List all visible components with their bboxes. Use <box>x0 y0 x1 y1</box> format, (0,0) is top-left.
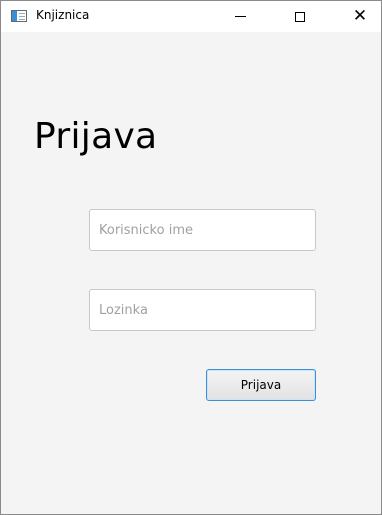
close-icon: ✕ <box>352 6 368 26</box>
minimize-button[interactable] <box>217 1 263 32</box>
maximize-button[interactable] <box>277 1 323 32</box>
minimize-icon <box>234 16 246 17</box>
app-window: Knjiznica ✕ Prijava Prijava <box>0 0 382 515</box>
app-window-icon <box>11 10 27 22</box>
close-button[interactable]: ✕ <box>337 1 382 32</box>
login-heading: Prijava <box>34 116 158 157</box>
maximize-icon <box>295 11 305 22</box>
username-input[interactable] <box>89 209 316 251</box>
title-bar[interactable]: Knjiznica ✕ <box>1 1 381 32</box>
window-title: Knjiznica <box>36 8 90 22</box>
password-input[interactable] <box>89 289 316 331</box>
login-button[interactable]: Prijava <box>206 369 316 401</box>
